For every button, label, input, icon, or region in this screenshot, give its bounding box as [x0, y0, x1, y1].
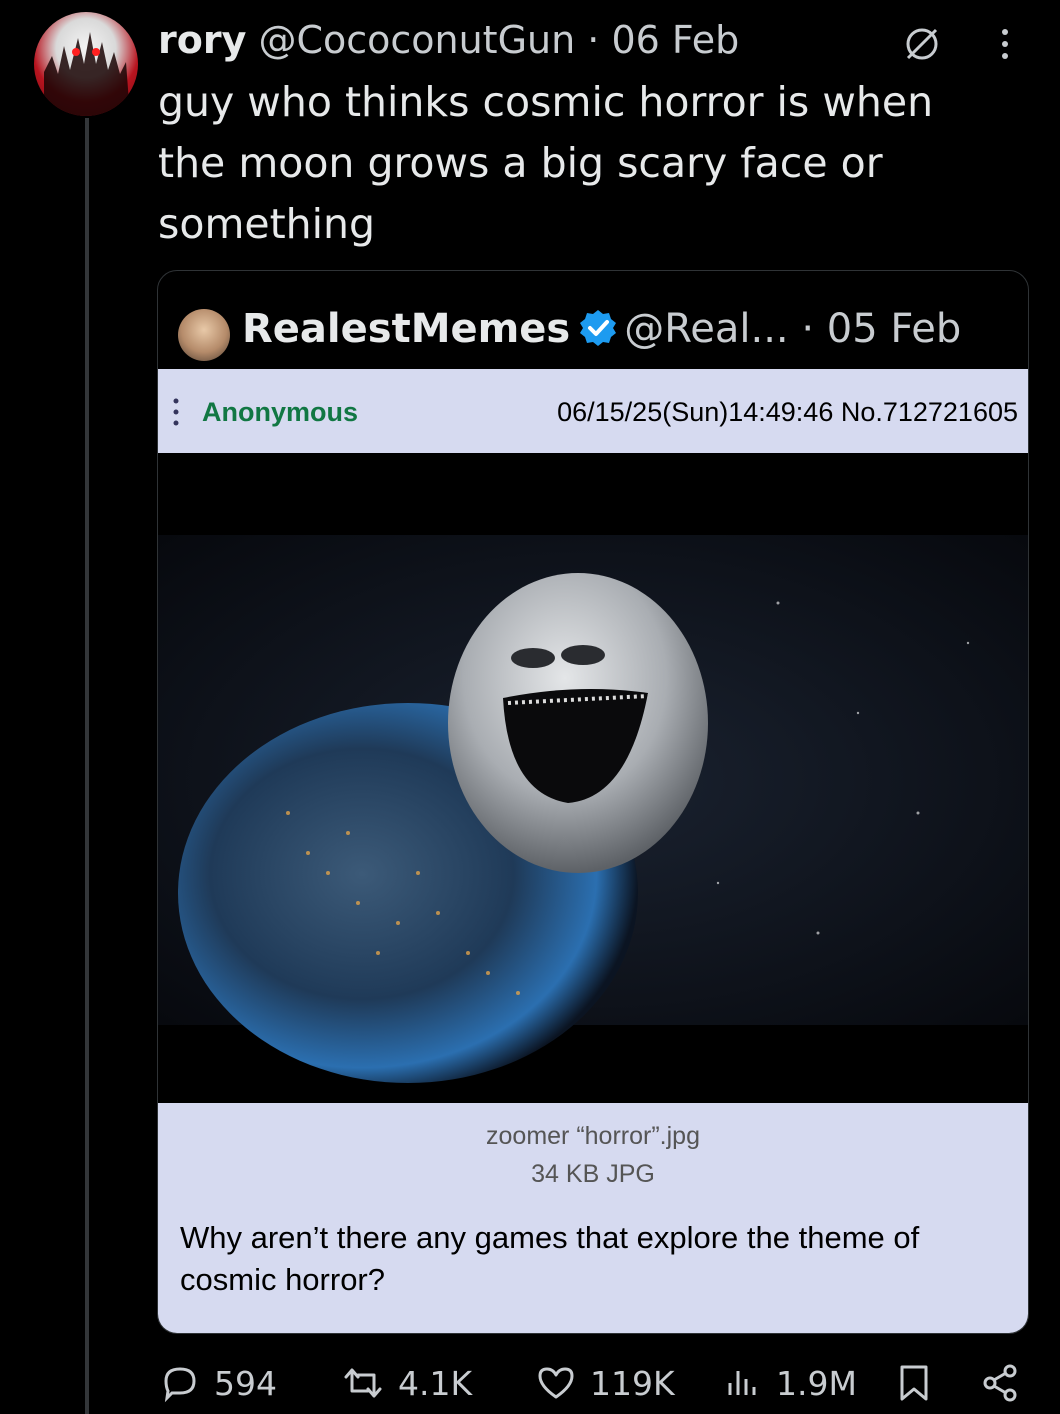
- quote-avatar[interactable]: [178, 309, 230, 361]
- post-meta: 06/15/25(Sun)14:49:46 No.712721605: [557, 397, 1018, 427]
- file-size: 34 KB JPG: [531, 1160, 655, 1188]
- quoted-tweet[interactable]: RealestMemes @Real... · 05 Feb Anonymous…: [157, 270, 1029, 1334]
- verified-badge-icon: [580, 310, 617, 346]
- like-button[interactable]: 119K: [534, 1358, 675, 1408]
- reply-icon: [164, 1367, 196, 1403]
- imageboard-post: Anonymous 06/15/25(Sun)14:49:46 No.71272…: [158, 369, 1028, 1333]
- views-button[interactable]: 1.9M: [720, 1358, 857, 1408]
- reply-count: 594: [214, 1363, 277, 1403]
- like-count: 119K: [590, 1363, 675, 1403]
- separator-dot: ·: [587, 18, 600, 62]
- verified-outline-icon[interactable]: [900, 22, 944, 66]
- bookmark-button[interactable]: [894, 1358, 946, 1408]
- quote-author-name[interactable]: RealestMemes: [242, 306, 570, 352]
- views-chart-icon: [728, 1371, 756, 1395]
- action-bar: 594 4.1K 119K 1.9M: [0, 1350, 1060, 1414]
- moon-face-picture: [158, 453, 1028, 1103]
- quote-author-handle[interactable]: @Real...: [624, 306, 788, 352]
- bookmark-icon: [900, 1365, 928, 1401]
- repost-button[interactable]: 4.1K: [340, 1358, 472, 1408]
- post-menu-icon[interactable]: [172, 397, 180, 427]
- tweet-avatar[interactable]: [34, 12, 138, 116]
- heart-icon: [538, 1367, 574, 1399]
- castle-silhouette-icon: [44, 32, 130, 116]
- reply-button[interactable]: 594: [158, 1358, 277, 1408]
- quote-separator-dot: ·: [801, 306, 815, 352]
- thread-line: [85, 118, 89, 1414]
- author-handle[interactable]: @CococonutGun: [258, 18, 575, 62]
- tweet-text: guy who thinks cosmic horror is when the…: [158, 78, 934, 248]
- tweet-date[interactable]: 06 Feb: [611, 18, 739, 62]
- author-name[interactable]: rory: [158, 18, 246, 62]
- post-comment: Why aren’t there any games that explore …: [180, 1220, 920, 1297]
- poster-name: Anonymous: [202, 397, 359, 427]
- post-header: Anonymous 06/15/25(Sun)14:49:46 No.71272…: [158, 369, 1028, 455]
- more-icon[interactable]: [990, 22, 1020, 66]
- share-button[interactable]: [978, 1358, 1034, 1408]
- file-name[interactable]: zoomer “horror”.jpg: [158, 1117, 1028, 1155]
- repost-count: 4.1K: [398, 1363, 473, 1403]
- meme-image[interactable]: [158, 453, 1028, 1103]
- quote-header: RealestMemes @Real... · 05 Feb: [242, 301, 961, 357]
- tweet-header: rory @CococonutGun · 06 Feb: [158, 14, 739, 66]
- share-icon: [983, 1364, 1017, 1402]
- file-info: zoomer “horror”.jpg 34 KB JPG: [158, 1117, 1028, 1193]
- repost-icon: [344, 1368, 382, 1398]
- quote-date[interactable]: 05 Feb: [827, 306, 961, 352]
- view-count: 1.9M: [776, 1363, 857, 1403]
